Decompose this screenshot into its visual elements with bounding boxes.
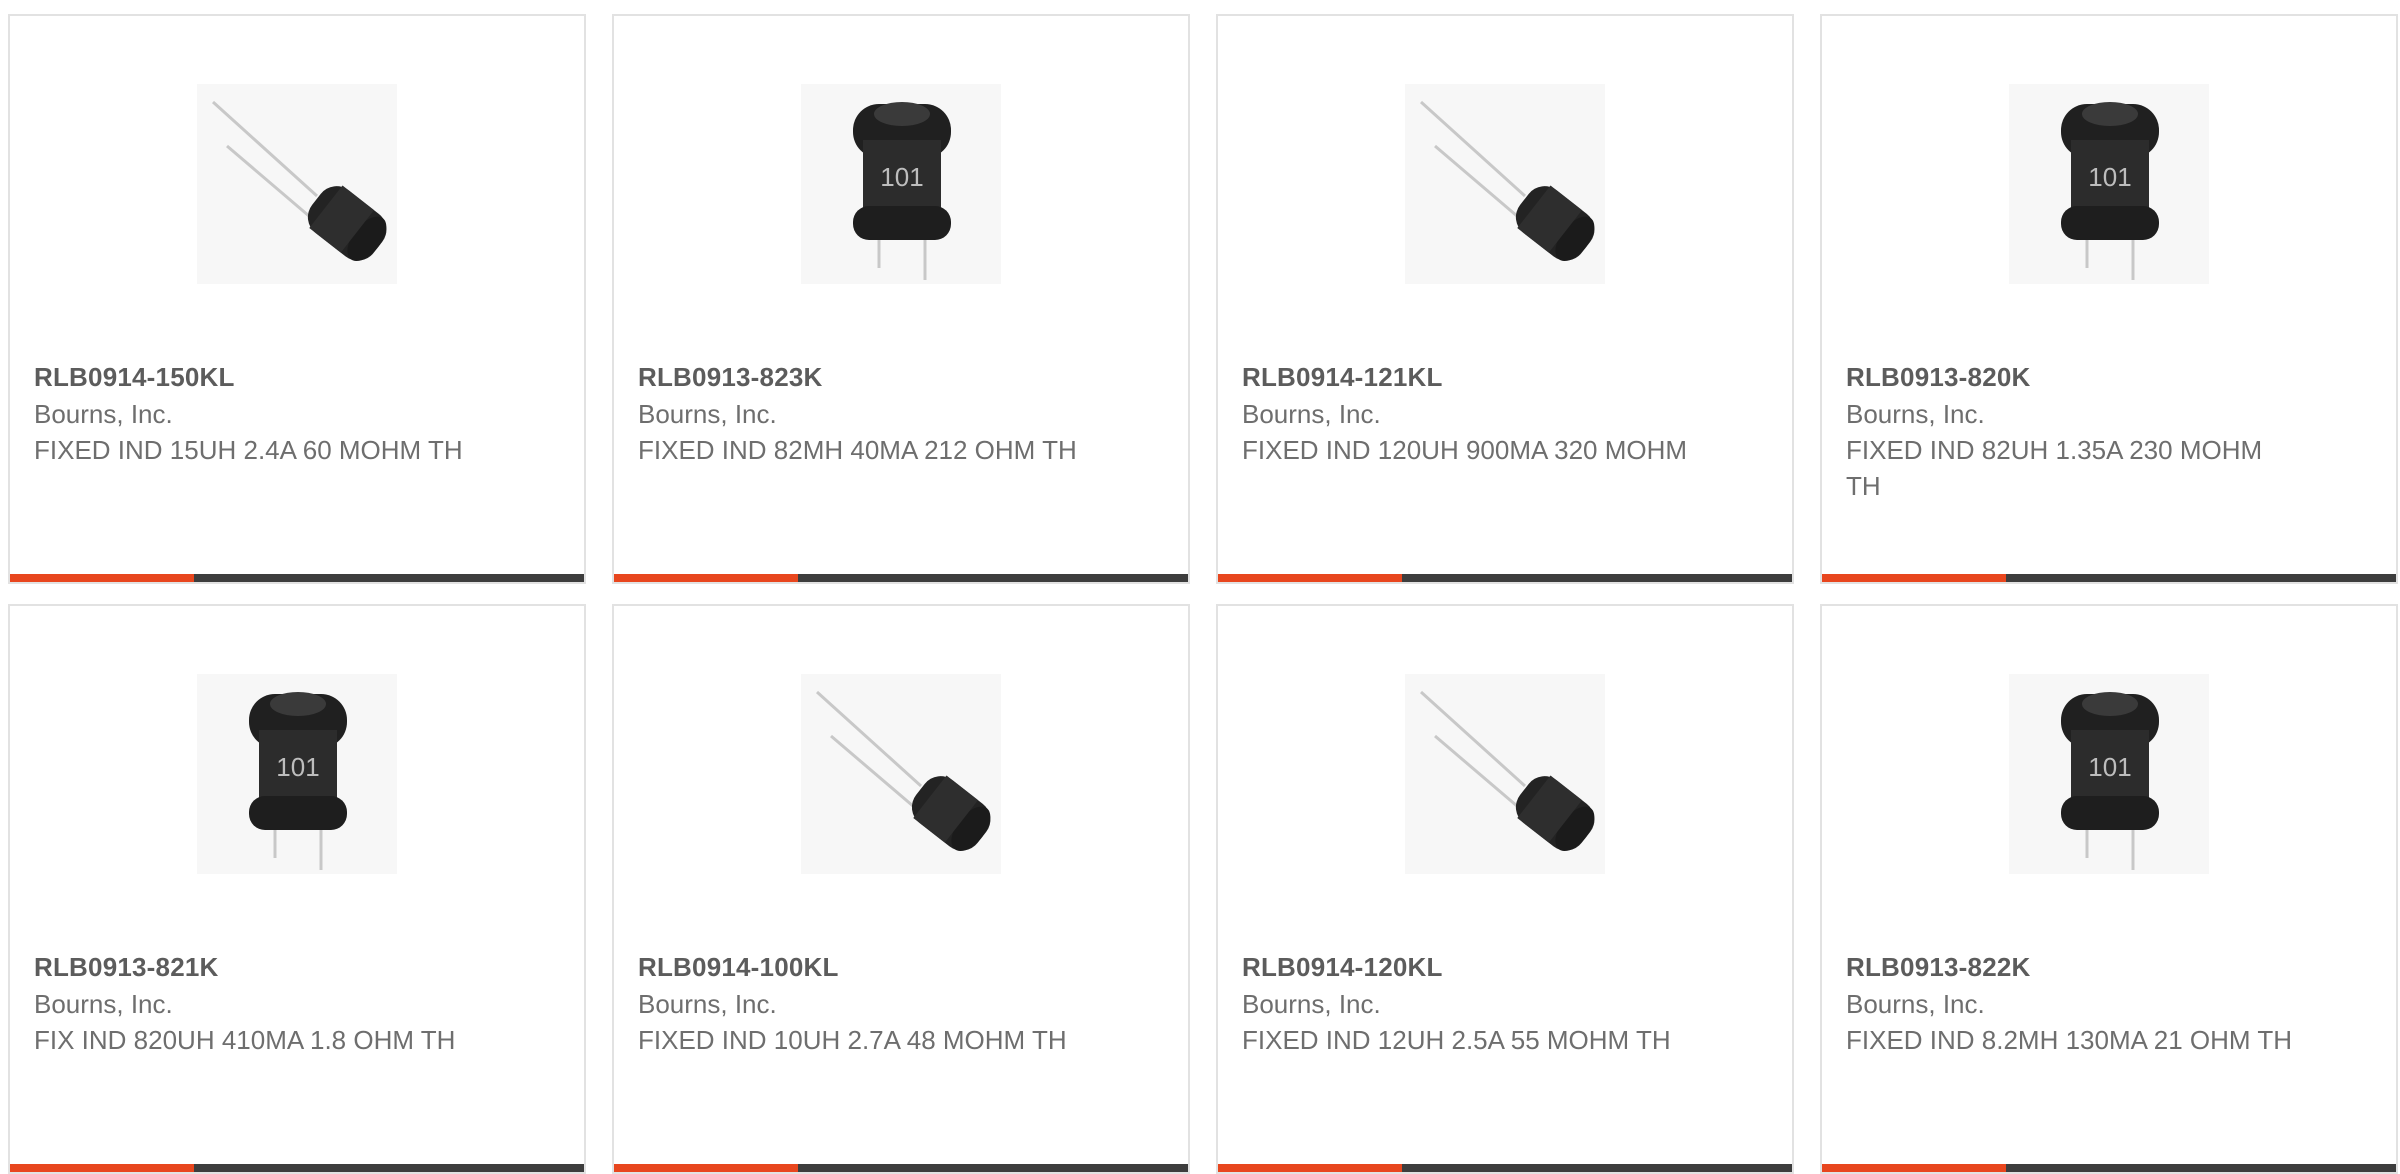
- marking-text: 101: [2088, 752, 2131, 782]
- card-accent-bar: [1218, 1164, 1402, 1172]
- manufacturer-label: Bourns, Inc.: [1242, 399, 1381, 429]
- card-bottom-bar: [1218, 574, 1792, 582]
- product-thumbnail[interactable]: 101: [1822, 674, 2396, 874]
- radial-inductor-angled-icon: [1405, 84, 1605, 284]
- product-thumbnail[interactable]: [1218, 674, 1792, 874]
- card-accent-bar: [1822, 574, 2006, 582]
- description-label: FIXED IND 120UH 900MA 320 MOHM: [1242, 435, 1688, 465]
- product-thumbnail[interactable]: [1218, 84, 1792, 284]
- description-label: FIXED IND 82UH 1.35A 230 MOHM TH: [1846, 435, 2263, 501]
- card-bottom-bar: [1822, 1164, 2396, 1172]
- card-accent-bar: [1218, 574, 1402, 582]
- product-card[interactable]: 101 RLB0913-823K Bourns, Inc. FIXED IND …: [612, 14, 1190, 584]
- description-label: FIXED IND 12UH 2.5A 55 MOHM TH: [1242, 1025, 1671, 1055]
- card-accent-bar: [614, 574, 798, 582]
- card-bottom-bar: [614, 1164, 1188, 1172]
- product-card[interactable]: RLB0914-121KL Bourns, Inc. FIXED IND 120…: [1216, 14, 1794, 584]
- product-card[interactable]: 101 RLB0913-821K Bourns, Inc. FIX IND 82…: [8, 604, 586, 1174]
- product-grid: RLB0914-150KL Bourns, Inc. FIXED IND 15U…: [8, 14, 2398, 1174]
- description-label: FIXED IND 10UH 2.7A 48 MOHM TH: [638, 1025, 1067, 1055]
- card-bottom-bar: [10, 1164, 584, 1172]
- description-label: FIXED IND 82MH 40MA 212 OHM TH: [638, 435, 1077, 465]
- radial-inductor-upright-icon: 101: [197, 674, 397, 874]
- radial-inductor-angled-icon: [801, 674, 1001, 874]
- manufacturer-label: Bourns, Inc.: [638, 399, 777, 429]
- manufacturer-label: Bourns, Inc.: [1242, 989, 1381, 1019]
- product-card[interactable]: 101 RLB0913-822K Bourns, Inc. FIXED IND …: [1820, 604, 2398, 1174]
- description-label: FIXED IND 15UH 2.4A 60 MOHM TH: [34, 435, 463, 465]
- part-number-link[interactable]: RLB0913-823K: [638, 358, 1088, 396]
- product-card[interactable]: RLB0914-120KL Bourns, Inc. FIXED IND 12U…: [1216, 604, 1794, 1174]
- marking-text: 101: [880, 162, 923, 192]
- card-bottom-bar: [10, 574, 584, 582]
- marking-text: 101: [2088, 162, 2131, 192]
- manufacturer-label: Bourns, Inc.: [1846, 989, 1985, 1019]
- card-bottom-bar: [614, 574, 1188, 582]
- card-bottom-bar: [1218, 1164, 1792, 1172]
- marking-text: 101: [276, 752, 319, 782]
- product-thumbnail[interactable]: 101: [10, 674, 584, 874]
- product-card[interactable]: RLB0914-150KL Bourns, Inc. FIXED IND 15U…: [8, 14, 586, 584]
- radial-inductor-angled-icon: [197, 84, 397, 284]
- manufacturer-label: Bourns, Inc.: [34, 989, 173, 1019]
- part-number-link[interactable]: RLB0914-150KL: [34, 358, 484, 396]
- description-label: FIX IND 820UH 410MA 1.8 OHM TH: [34, 1025, 456, 1055]
- product-thumbnail[interactable]: 101: [1822, 84, 2396, 284]
- description-label: FIXED IND 8.2MH 130MA 21 OHM TH: [1846, 1025, 2292, 1055]
- part-number-link[interactable]: RLB0914-100KL: [638, 948, 1088, 986]
- card-accent-bar: [1822, 1164, 2006, 1172]
- radial-inductor-upright-icon: 101: [801, 84, 1001, 284]
- card-accent-bar: [10, 574, 194, 582]
- manufacturer-label: Bourns, Inc.: [638, 989, 777, 1019]
- radial-inductor-upright-icon: 101: [2009, 84, 2209, 284]
- manufacturer-label: Bourns, Inc.: [34, 399, 173, 429]
- product-card[interactable]: 101 RLB0913-820K Bourns, Inc. FIXED IND …: [1820, 14, 2398, 584]
- radial-inductor-upright-icon: 101: [2009, 674, 2209, 874]
- card-accent-bar: [614, 1164, 798, 1172]
- card-bottom-bar: [1822, 574, 2396, 582]
- manufacturer-label: Bourns, Inc.: [1846, 399, 1985, 429]
- card-accent-bar: [10, 1164, 194, 1172]
- part-number-link[interactable]: RLB0914-121KL: [1242, 358, 1692, 396]
- product-thumbnail[interactable]: [10, 84, 584, 284]
- product-thumbnail[interactable]: 101: [614, 84, 1188, 284]
- radial-inductor-angled-icon: [1405, 674, 1605, 874]
- part-number-link[interactable]: RLB0913-820K: [1846, 358, 2296, 396]
- product-card[interactable]: RLB0914-100KL Bourns, Inc. FIXED IND 10U…: [612, 604, 1190, 1174]
- part-number-link[interactable]: RLB0914-120KL: [1242, 948, 1692, 986]
- product-thumbnail[interactable]: [614, 674, 1188, 874]
- part-number-link[interactable]: RLB0913-822K: [1846, 948, 2296, 986]
- part-number-link[interactable]: RLB0913-821K: [34, 948, 484, 986]
